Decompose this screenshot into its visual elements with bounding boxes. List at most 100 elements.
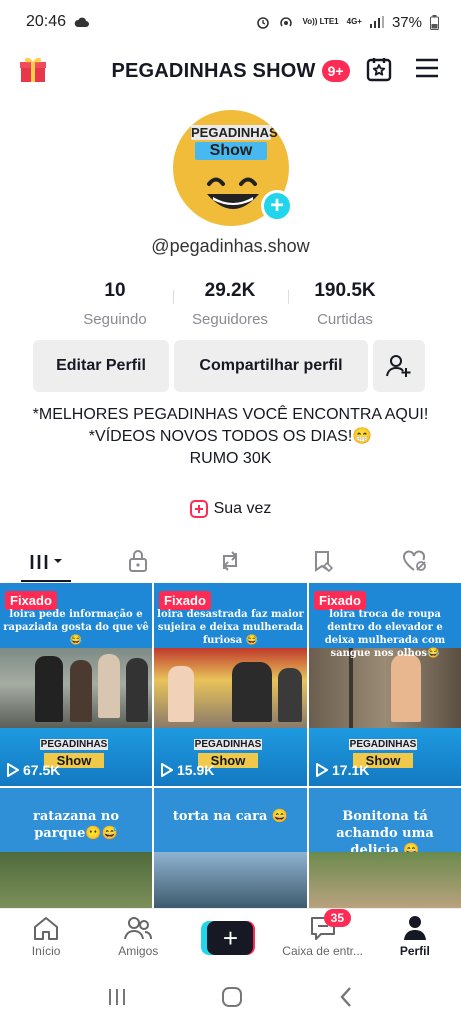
alarm-icon [257, 17, 270, 29]
profile-stats: 10 Seguindo 29.2K Seguidores 190.5K Curt… [60, 280, 400, 328]
inbox-badge: 35 [323, 909, 352, 927]
repost-icon [223, 551, 238, 571]
video-caption: loira pede informação e rapaziada gosta … [3, 609, 149, 646]
video-caption: loira desastrada faz maior sujeira e dei… [157, 609, 304, 646]
heart-hidden-icon [402, 550, 426, 571]
video-caption: torta na cara 😄 [172, 809, 289, 824]
nav-profile[interactable]: Perfil [370, 915, 460, 958]
play-icon [161, 763, 173, 777]
avatar-container[interactable]: PEGADINHAS Show + [173, 110, 293, 226]
system-nav-bar [0, 970, 461, 1024]
signal-icon [369, 16, 384, 28]
watermark-text: PEGADINHAS [349, 739, 417, 750]
stat-value: 29.2K [204, 280, 256, 301]
battery-icon [430, 14, 439, 30]
video-image [0, 648, 152, 728]
video-thumbnail[interactable]: Fixado loira desastrada faz maior sujeir… [154, 583, 307, 786]
gift-icon[interactable] [18, 54, 48, 84]
stat-value: 190.5K [314, 280, 376, 301]
video-image [0, 852, 152, 908]
network-gen-indicator: 4G+ [346, 17, 362, 26]
battery-percent: 37% [391, 13, 422, 31]
notification-badge: 9+ [321, 60, 350, 82]
clock: 20:46 [26, 13, 67, 30]
recent-apps-icon[interactable] [107, 987, 127, 1007]
video-image [309, 852, 461, 908]
video-image [154, 852, 307, 908]
watermark-text: PEGADINHAS [194, 739, 262, 750]
bio-line: *MELHORES PEGADINHAS VOCÊ ENCONTRA AQUI! [32, 406, 429, 423]
add-user-icon [386, 355, 411, 377]
view-count-value: 17.1K [332, 762, 370, 778]
nav-friends-label: Amigos [118, 944, 159, 958]
edit-profile-button[interactable]: Editar Perfil [33, 340, 169, 392]
calendar-star-icon[interactable] [366, 56, 392, 82]
bottom-nav: Início Amigos + 35 Caixa de entr... Perf… [0, 908, 461, 970]
play-icon [7, 763, 19, 777]
create-button[interactable]: + [201, 921, 256, 955]
lock-icon [129, 550, 148, 572]
stat-label: Seguidores [192, 311, 268, 328]
share-profile-button[interactable]: Compartilhar perfil [174, 340, 368, 392]
stat-likes[interactable]: 190.5K Curtidas [288, 280, 400, 328]
profile-bio: *MELHORES PEGADINHAS VOCÊ ENCONTRA AQUI!… [30, 404, 431, 470]
home-button-icon[interactable] [221, 986, 243, 1008]
profile-actions: Editar Perfil Compartilhar perfil [33, 340, 425, 392]
tab-videos[interactable] [11, 540, 81, 582]
sua-vez-label: Sua vez [213, 500, 272, 517]
bookmark-hidden-icon [314, 551, 333, 573]
nav-profile-label: Perfil [399, 944, 430, 958]
sua-vez-link[interactable]: Sua vez [0, 500, 461, 518]
stat-label: Curtidas [317, 311, 373, 328]
view-count: 17.1K [316, 762, 369, 778]
video-caption: ratazana no parque😶😅 [32, 809, 120, 841]
status-bar: 20:46 Vo)) LTE1 4G+ 37% [0, 0, 461, 44]
video-thumbnail[interactable]: torta na cara 😄 [154, 788, 307, 908]
grid-icon [30, 555, 63, 569]
video-grid: Fixado loira pede informação e rapaziada… [0, 583, 461, 908]
nav-inbox-label: Caixa de entr... [282, 944, 364, 958]
stat-value: 10 [104, 280, 126, 301]
bio-line: RUMO 30K [189, 450, 272, 467]
cloud-icon [74, 17, 90, 27]
video-image [154, 648, 307, 728]
video-thumbnail[interactable]: ratazana no parque😶😅 [0, 788, 152, 908]
video-thumbnail[interactable]: Fixado loira pede informação e rapaziada… [0, 583, 152, 786]
watermark-text: PEGADINHAS [40, 739, 108, 750]
tab-reposts[interactable] [195, 540, 265, 582]
back-icon[interactable] [338, 986, 354, 1008]
tab-private[interactable] [103, 540, 173, 582]
nav-friends[interactable]: Amigos [93, 915, 183, 958]
view-count-value: 15.9K [177, 762, 215, 778]
nav-home-label: Início [31, 944, 61, 958]
home-icon [34, 917, 59, 940]
grin-face-icon [207, 177, 259, 209]
page-title: PEGADINHAS SHOW [111, 59, 316, 82]
stat-following[interactable]: 10 Seguindo [60, 280, 170, 328]
avatar-logo-text: PEGADINHAS [191, 125, 278, 140]
tab-liked[interactable] [380, 540, 450, 582]
view-count-value: 67.5K [23, 762, 61, 778]
nav-inbox[interactable]: 35 Caixa de entr... [278, 909, 368, 958]
bio-line: *VÍDEOS NOVOS TODOS OS DIAS!😁 [88, 428, 373, 445]
video-thumbnail[interactable]: Fixado loira troca de roupa dentro do el… [309, 583, 461, 786]
view-count: 67.5K [7, 762, 60, 778]
add-friend-button[interactable] [373, 340, 425, 392]
profile-icon [403, 916, 426, 940]
add-avatar-button[interactable]: + [261, 190, 293, 222]
stat-label: Seguindo [83, 311, 147, 328]
plus-icon: + [207, 921, 254, 955]
stat-followers[interactable]: 29.2K Seguidores [173, 280, 285, 328]
menu-icon[interactable] [415, 58, 439, 78]
friends-icon [124, 917, 153, 940]
hotspot-icon [280, 17, 293, 27]
play-icon [316, 763, 328, 777]
tab-saved[interactable] [288, 540, 358, 582]
video-image [309, 648, 461, 728]
video-thumbnail[interactable]: Bonitona tá achando uma delicia 😄 [309, 788, 461, 908]
nav-home[interactable]: Início [1, 915, 91, 958]
view-count: 15.9K [161, 762, 214, 778]
avatar-logo-subtext: Show [195, 142, 267, 160]
volte-indicator: Vo)) LTE1 [302, 17, 339, 26]
nav-create[interactable]: + [185, 915, 275, 955]
